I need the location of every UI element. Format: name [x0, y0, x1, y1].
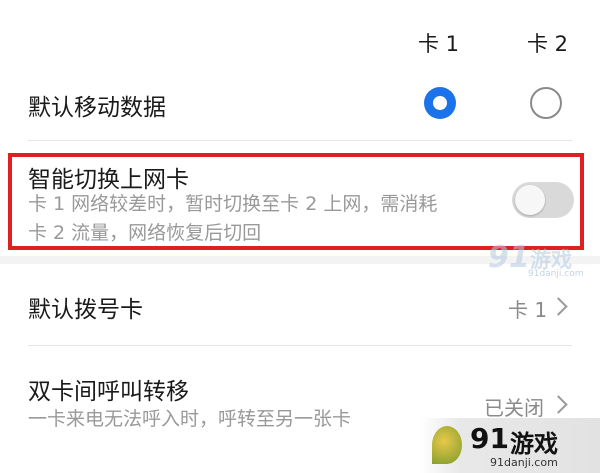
default-dial-value: 卡 1: [508, 298, 548, 322]
call-forward-value: 已关闭: [484, 396, 544, 420]
watermark-bottom-text: 游戏: [510, 430, 558, 458]
watermark-bottom-num: 91: [470, 422, 509, 455]
watermark-bottom-url: 91danji.com: [490, 456, 558, 469]
divider: [28, 140, 572, 141]
call-forward-subtitle: 一卡来电无法呼入时，呼转至另一张卡: [28, 408, 352, 430]
divider: [28, 345, 572, 346]
chevron-right-icon: [549, 297, 568, 316]
highlight-box: [8, 153, 584, 250]
leaf-logo-icon: [432, 426, 462, 464]
default-dial-title: 默认拨号卡: [28, 297, 143, 323]
sim-header: 卡 1 卡 2: [0, 0, 600, 70]
call-forward-title: 双卡间呼叫转移: [28, 379, 189, 405]
default-dial-row[interactable]: 默认拨号卡 卡 1: [0, 266, 600, 346]
card1-label: 卡 1: [418, 32, 460, 56]
card2-label: 卡 2: [527, 32, 569, 56]
default-data-card2-radio[interactable]: [530, 87, 562, 119]
watermark-bottom: 91 游戏 91danji.com: [420, 418, 600, 473]
default-data-title: 默认移动数据: [28, 95, 166, 121]
default-data-card1-radio[interactable]: [424, 87, 456, 119]
chevron-right-icon: [549, 395, 568, 414]
default-data-row: 默认移动数据: [0, 70, 600, 142]
